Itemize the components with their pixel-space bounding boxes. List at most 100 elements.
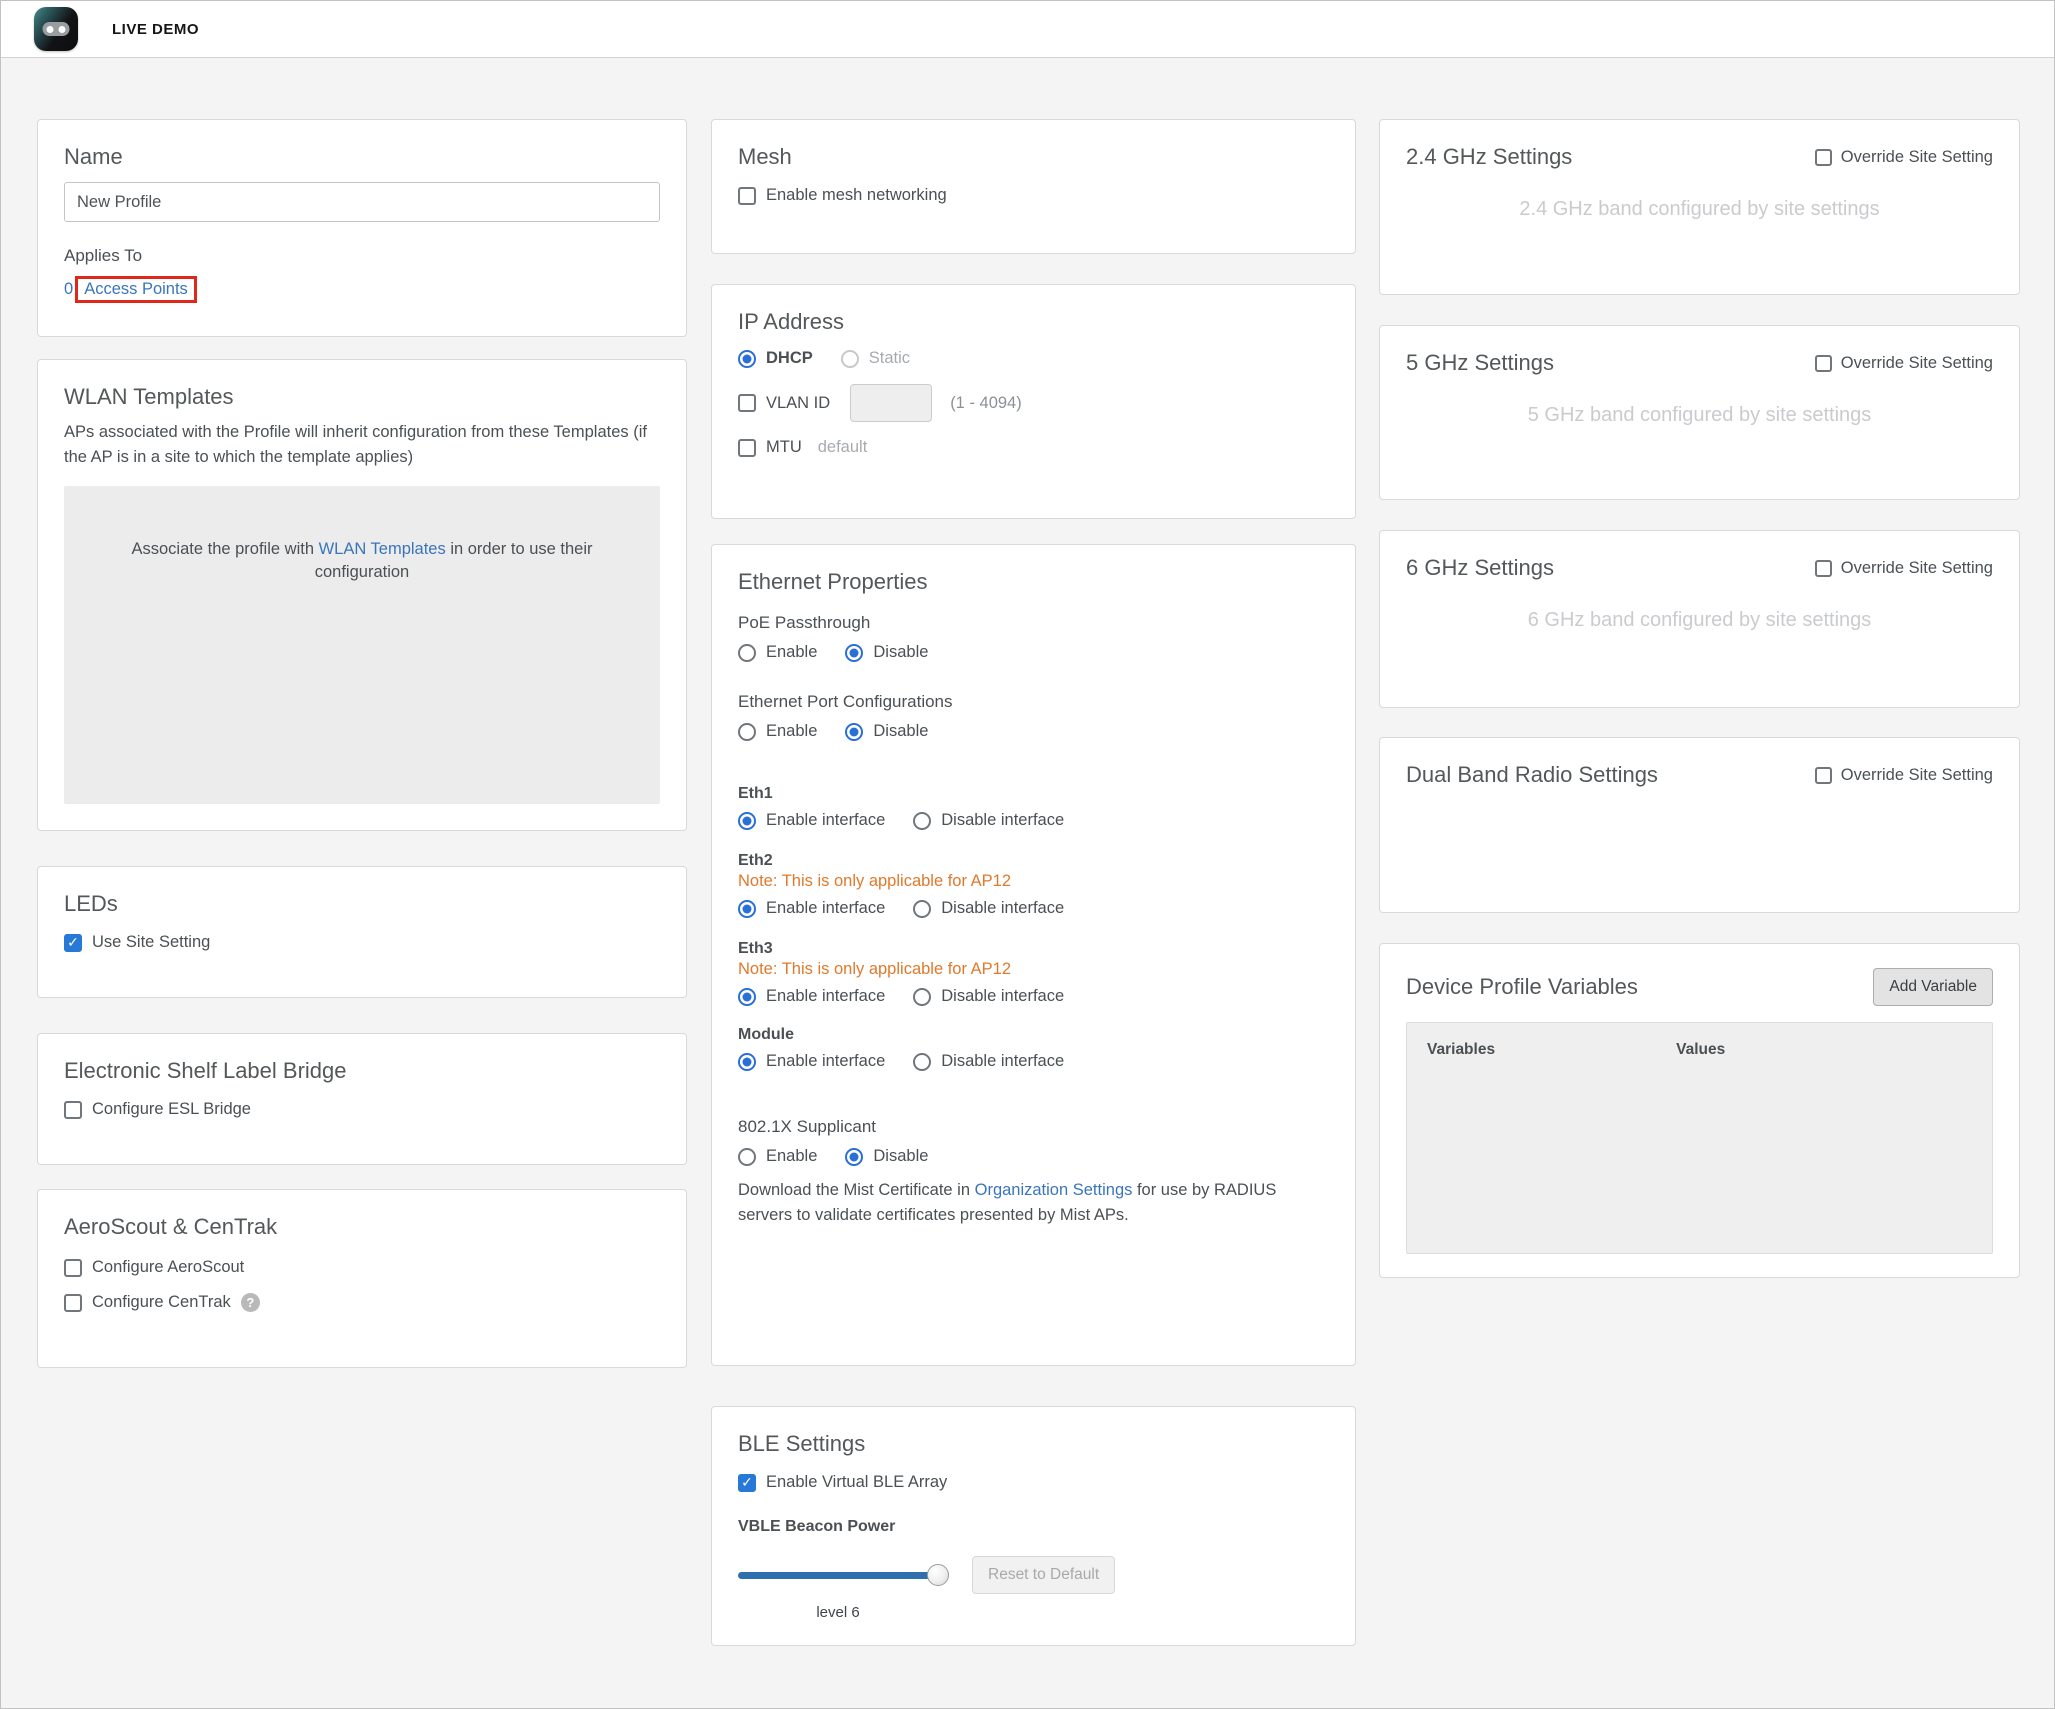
variables-column-header: Variables: [1427, 1041, 1495, 1058]
vble-beacon-power-label: VBLE Beacon Power: [738, 1518, 1329, 1536]
eth3-enable-label: Enable interface: [766, 987, 885, 1006]
mist-robot-logo-icon[interactable]: [34, 7, 78, 51]
org-name: LIVE DEMO: [112, 21, 199, 38]
band-6ghz-override-checkbox[interactable]: [1815, 560, 1832, 577]
enable-vble-checkbox[interactable]: [738, 1474, 756, 1492]
page: LIVE DEMO Name Applies To 0 Access Point…: [0, 0, 2055, 1709]
supplicant-radio-group: Enable Disable: [738, 1147, 1329, 1166]
enable-vble-row: Enable Virtual BLE Array: [738, 1473, 1329, 1492]
organization-settings-link[interactable]: Organization Settings: [975, 1181, 1133, 1199]
band-5ghz-title: 5 GHz Settings: [1406, 350, 1554, 376]
ip-mode-radio-group: DHCP Static: [738, 349, 1329, 368]
vlan-id-input: [850, 384, 932, 422]
configure-esl-checkbox[interactable]: [64, 1101, 82, 1119]
use-site-setting-checkbox[interactable]: [64, 934, 82, 952]
poe-disable-label: Disable: [873, 643, 928, 662]
vble-power-level-value: level 6: [738, 1604, 938, 1621]
dual-band-override-checkbox[interactable]: [1815, 767, 1832, 784]
eth3-enable-radio[interactable]: [738, 988, 756, 1006]
supplicant-enable-radio[interactable]: [738, 1148, 756, 1166]
eth2-ap12-note: Note: This is only applicable for AP12: [738, 872, 1329, 891]
band-24ghz-placeholder: 2.4 GHz band configured by site settings: [1406, 198, 1993, 221]
band-6ghz-title: 6 GHz Settings: [1406, 555, 1554, 581]
vble-power-slider-track[interactable]: [738, 1572, 938, 1579]
eth1-disable-radio[interactable]: [913, 812, 931, 830]
vlan-id-checkbox[interactable]: [738, 394, 756, 412]
band-6ghz-card: 6 GHz Settings Override Site Setting 6 G…: [1379, 530, 2020, 708]
variables-table-panel: Variables Values: [1406, 1022, 1993, 1254]
dhcp-radio[interactable]: [738, 350, 756, 368]
device-profile-variables-card: Device Profile Variables Add Variable Va…: [1379, 943, 2020, 1278]
eth2-enable-radio[interactable]: [738, 900, 756, 918]
eth2-enable-label: Enable interface: [766, 899, 885, 918]
esl-bridge-card: Electronic Shelf Label Bridge Configure …: [37, 1033, 687, 1165]
port-config-disable-radio[interactable]: [845, 723, 863, 741]
profile-name-input[interactable]: [64, 182, 660, 222]
band-24ghz-override-label: Override Site Setting: [1841, 148, 1993, 167]
use-site-setting-row: Use Site Setting: [64, 933, 660, 952]
eth1-enable-radio[interactable]: [738, 812, 756, 830]
configure-aeroscout-label: Configure AeroScout: [92, 1258, 244, 1277]
top-bar: LIVE DEMO: [1, 1, 2054, 58]
module-disable-radio[interactable]: [913, 1053, 931, 1071]
poe-disable-radio[interactable]: [845, 644, 863, 662]
configure-centrak-checkbox[interactable]: [64, 1294, 82, 1312]
configure-aeroscout-checkbox[interactable]: [64, 1259, 82, 1277]
configure-esl-row: Configure ESL Bridge: [64, 1100, 660, 1119]
dual-band-override-row: Override Site Setting: [1815, 766, 1993, 785]
robot-eye-left: [47, 26, 54, 33]
esl-card-title: Electronic Shelf Label Bridge: [64, 1058, 660, 1084]
wlan-templates-link[interactable]: WLAN Templates: [319, 540, 446, 558]
port-config-enable-radio[interactable]: [738, 723, 756, 741]
mtu-row: MTU default: [738, 438, 1329, 457]
module-enable-label: Enable interface: [766, 1052, 885, 1071]
eth1-label: Eth1: [738, 785, 1329, 803]
middle-column: Mesh Enable mesh networking IP Address D…: [711, 119, 1356, 1646]
add-variable-button[interactable]: Add Variable: [1873, 968, 1993, 1006]
band-24ghz-override-checkbox[interactable]: [1815, 149, 1832, 166]
poe-enable-radio[interactable]: [738, 644, 756, 662]
ethernet-card-title: Ethernet Properties: [738, 569, 1329, 595]
eth3-disable-radio[interactable]: [913, 988, 931, 1006]
dual-band-card: Dual Band Radio Settings Override Site S…: [1379, 737, 2020, 913]
enable-mesh-row: Enable mesh networking: [738, 186, 1329, 205]
vlan-id-row: VLAN ID (1 - 4094): [738, 384, 1329, 422]
enable-mesh-checkbox[interactable]: [738, 187, 756, 205]
wlan-card-title: WLAN Templates: [64, 384, 660, 410]
name-card-title: Name: [64, 144, 660, 170]
static-radio: [841, 350, 859, 368]
wlan-assoc-prefix: Associate the profile with: [131, 540, 318, 558]
ip-card-title: IP Address: [738, 309, 1329, 335]
wlan-templates-card: WLAN Templates APs associated with the P…: [37, 359, 687, 831]
dual-band-override-label: Override Site Setting: [1841, 766, 1993, 785]
wlan-card-description: APs associated with the Profile will inh…: [64, 420, 660, 470]
supplicant-label: 802.1X Supplicant: [738, 1117, 1329, 1137]
wlan-associate-panel: Associate the profile with WLAN Template…: [64, 486, 660, 804]
annotation-red-box: Access Points: [75, 276, 197, 303]
robot-eye-right: [59, 26, 66, 33]
mesh-card-title: Mesh: [738, 144, 1329, 170]
question-mark-icon[interactable]: ?: [241, 1293, 260, 1312]
enable-mesh-label: Enable mesh networking: [766, 186, 947, 205]
band-6ghz-override-row: Override Site Setting: [1815, 559, 1993, 578]
band-5ghz-placeholder: 5 GHz band configured by site settings: [1406, 404, 1993, 427]
band-5ghz-override-checkbox[interactable]: [1815, 355, 1832, 372]
supplicant-disable-radio[interactable]: [845, 1148, 863, 1166]
left-column: Name Applies To 0 Access Points WLAN Tem…: [37, 119, 687, 1368]
module-enable-radio[interactable]: [738, 1053, 756, 1071]
vlan-range-hint: (1 - 4094): [950, 394, 1022, 413]
reset-to-default-button: Reset to Default: [972, 1556, 1115, 1594]
band-6ghz-override-label: Override Site Setting: [1841, 559, 1993, 578]
vble-power-slider-thumb[interactable]: [927, 1564, 949, 1586]
supplicant-enable-label: Enable: [766, 1147, 817, 1166]
vlan-id-label: VLAN ID: [766, 394, 830, 413]
eth1-radio-group: Enable interface Disable interface: [738, 811, 1329, 830]
mtu-checkbox[interactable]: [738, 439, 756, 457]
access-points-link[interactable]: Access Points: [84, 280, 188, 298]
values-column-header: Values: [1676, 1041, 1725, 1059]
right-column: 2.4 GHz Settings Override Site Setting 2…: [1379, 119, 2020, 1278]
aeroscout-centrak-card: AeroScout & CenTrak Configure AeroScout …: [37, 1189, 687, 1368]
eth2-disable-radio[interactable]: [913, 900, 931, 918]
vble-power-slider-row: Reset to Default: [738, 1556, 1329, 1594]
poe-radio-group: Enable Disable: [738, 643, 1329, 662]
